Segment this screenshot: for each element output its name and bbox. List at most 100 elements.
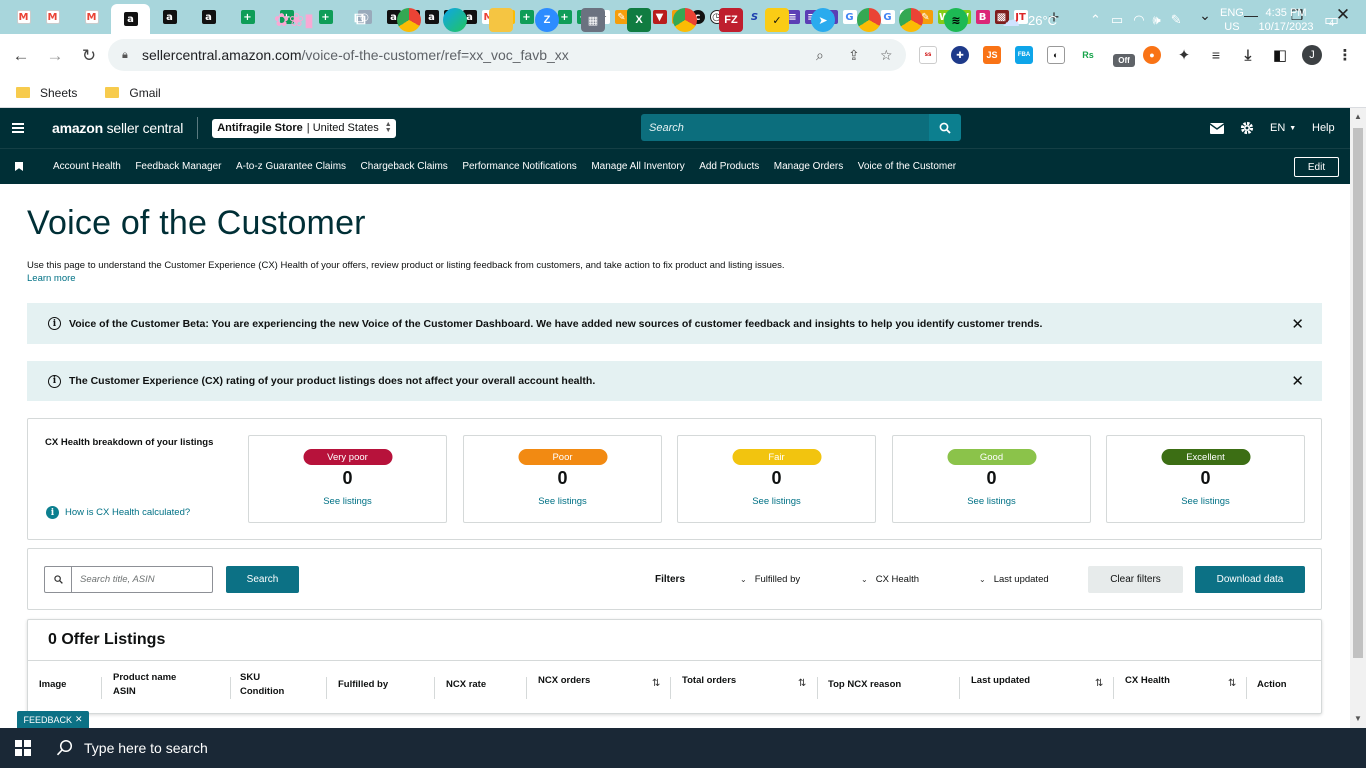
nav-performance-notifications[interactable]: Performance Notifications — [462, 161, 577, 172]
clock[interactable]: 4:35 PM 10/17/2023 — [1256, 0, 1316, 40]
fulfilled-by-dropdown[interactable]: ⌄ Fulfilled by — [740, 574, 800, 585]
nav-chargeback-claims[interactable]: Chargeback Claims — [361, 161, 448, 172]
browser-tab[interactable]: G — [878, 6, 897, 28]
see-listings-link[interactable]: See listings — [1107, 496, 1304, 507]
taskbar-art-icon[interactable]: ✿❀▮ — [258, 8, 330, 32]
cx-health-calc-link[interactable]: i How is CX Health calculated? — [46, 506, 190, 519]
reading-list-icon[interactable]: ≡ — [1207, 46, 1225, 64]
help-link[interactable]: Help — [1312, 108, 1335, 148]
chrome-icon[interactable] — [397, 8, 421, 32]
settings-gear-icon[interactable] — [1240, 108, 1254, 148]
more-menu-icon[interactable]: ⋮ — [1336, 46, 1354, 64]
listing-search-input[interactable]: Search title, ASIN — [44, 566, 213, 593]
browser-tab-active[interactable]: a — [111, 4, 150, 34]
volume-icon[interactable]: 🕪︎ — [1153, 12, 1161, 28]
nav-voice-of-customer[interactable]: Voice of the Customer — [858, 161, 956, 172]
chrome-active-icon[interactable] — [899, 8, 923, 32]
clear-filters-button[interactable]: Clear filters — [1088, 566, 1183, 593]
file-explorer-icon[interactable] — [489, 8, 513, 32]
scroll-up-icon[interactable]: ▲ — [1354, 112, 1362, 121]
excel-icon[interactable]: X — [627, 8, 651, 32]
see-listings-link[interactable]: See listings — [464, 496, 661, 507]
bookmark-sheets[interactable]: Sheets — [16, 86, 77, 100]
browser-tab[interactable]: B — [973, 6, 992, 28]
sort-icon[interactable]: ⇅ — [798, 678, 806, 689]
chevron-up-icon[interactable]: ⌃ — [1090, 12, 1101, 28]
browser-tab[interactable]: a — [422, 6, 441, 28]
extension-icon[interactable]: Rs — [1079, 46, 1097, 64]
scroll-down-icon[interactable]: ▼ — [1354, 714, 1362, 723]
browser-tab[interactable]: M — [14, 6, 33, 28]
col-top-ncx-reason[interactable]: Top NCX reason — [828, 678, 901, 692]
nav-manage-orders[interactable]: Manage Orders — [774, 161, 843, 172]
side-panel-icon[interactable]: ◧ — [1271, 46, 1289, 64]
language-indicator[interactable]: ENG US — [1220, 0, 1244, 40]
nav-manage-inventory[interactable]: Manage All Inventory — [591, 161, 684, 172]
forward-icon[interactable]: → — [40, 41, 70, 71]
filezilla-icon[interactable]: FZ — [719, 8, 743, 32]
download-data-button[interactable]: Download data — [1195, 566, 1305, 593]
menu-icon[interactable] — [0, 123, 36, 133]
cx-health-dropdown[interactable]: ⌄ CX Health — [861, 574, 919, 585]
edge-icon[interactable] — [443, 8, 467, 32]
back-icon[interactable]: ← — [6, 41, 36, 71]
col-ncx-orders[interactable]: NCX orders — [538, 674, 590, 688]
chrome-profile-icon[interactable] — [857, 8, 881, 32]
extension-off-badge[interactable]: Off — [1113, 54, 1135, 67]
nav-a-to-z-claims[interactable]: A-to-z Guarantee Claims — [236, 161, 346, 172]
pen-icon[interactable]: ✎ — [1171, 12, 1182, 28]
seller-central-logo[interactable]: amazon seller central — [52, 120, 183, 136]
col-ncx-rate[interactable]: NCX rate — [446, 678, 486, 692]
col-sku[interactable]: SKU Condition — [240, 671, 284, 699]
bookmark-gmail[interactable]: Gmail — [105, 86, 161, 100]
search-button[interactable]: Search — [226, 566, 299, 593]
system-tray-icons[interactable]: ⌃ ▭ ◠ 🕪︎ ✎ — [1090, 0, 1182, 40]
browser-tab[interactable]: a — [150, 6, 189, 28]
close-icon[interactable]: ✕ — [1291, 372, 1304, 390]
browser-tab[interactable]: G — [840, 6, 859, 28]
extension-icon[interactable]: ss — [919, 46, 937, 64]
col-product-name[interactable]: Product name ASIN — [113, 671, 176, 699]
close-icon[interactable]: ✕ — [1291, 315, 1304, 333]
store-selector[interactable]: Antifragile Store | United States ▲ ▼ — [212, 118, 396, 138]
language-selector[interactable]: EN ▼ — [1270, 108, 1296, 148]
feedback-tab[interactable]: FEEDBACK ✕ — [17, 711, 89, 728]
see-listings-link[interactable]: See listings — [678, 496, 875, 507]
zoom-icon[interactable]: ⌕ — [816, 47, 824, 64]
col-cx-health[interactable]: CX Health — [1125, 674, 1170, 688]
chrome-profile-icon[interactable] — [673, 8, 697, 32]
header-search-input[interactable]: Search — [641, 114, 929, 141]
extension-icon[interactable]: ✚ — [951, 46, 969, 64]
see-listings-link[interactable]: See listings — [893, 496, 1090, 507]
windows-start-icon[interactable] — [0, 728, 46, 768]
zoom-app-icon[interactable]: Z — [535, 8, 559, 32]
browser-tab[interactable]: + — [517, 6, 536, 28]
extension-icon[interactable]: FBA — [1015, 46, 1033, 64]
taskbar-search[interactable]: Type here to search — [56, 739, 246, 757]
profile-avatar[interactable]: J — [1302, 45, 1322, 65]
mail-icon[interactable] — [1210, 108, 1224, 148]
address-bar[interactable]: 🔒︎ sellercentral.amazon.com/voice-of-the… — [108, 39, 906, 71]
download-icon[interactable]: ⤓ — [1239, 46, 1257, 64]
see-listings-link[interactable]: See listings — [249, 496, 446, 507]
browser-tab[interactable]: ▼ — [650, 6, 669, 28]
extension-icon[interactable]: ● — [1143, 46, 1161, 64]
page-scrollbar[interactable]: ▲ ▼ — [1350, 108, 1366, 728]
scroll-thumb[interactable] — [1353, 128, 1363, 658]
col-last-updated[interactable]: Last updated — [971, 674, 1030, 688]
reload-icon[interactable]: ↻ — [74, 41, 104, 71]
telegram-icon[interactable]: ➤ — [811, 8, 835, 32]
battery-icon[interactable]: ▭ — [1111, 12, 1123, 28]
share-icon[interactable]: ⇪ — [848, 47, 860, 64]
spotify-icon[interactable]: ≋ — [944, 8, 968, 32]
col-fulfilled-by[interactable]: Fulfilled by — [338, 678, 388, 692]
weather-widget[interactable]: ☁ 26°C — [1002, 0, 1057, 40]
header-search-button[interactable] — [929, 114, 961, 141]
learn-more-link[interactable]: Learn more — [27, 273, 76, 284]
browser-tab[interactable]: M — [72, 6, 111, 28]
sort-icon[interactable]: ⇅ — [1095, 678, 1103, 689]
browser-tab[interactable]: S — [745, 6, 764, 28]
nav-feedback-manager[interactable]: Feedback Manager — [135, 161, 221, 172]
last-updated-dropdown[interactable]: ⌄ Last updated — [979, 574, 1049, 585]
task-view-icon[interactable]: ⧉ — [348, 8, 372, 32]
